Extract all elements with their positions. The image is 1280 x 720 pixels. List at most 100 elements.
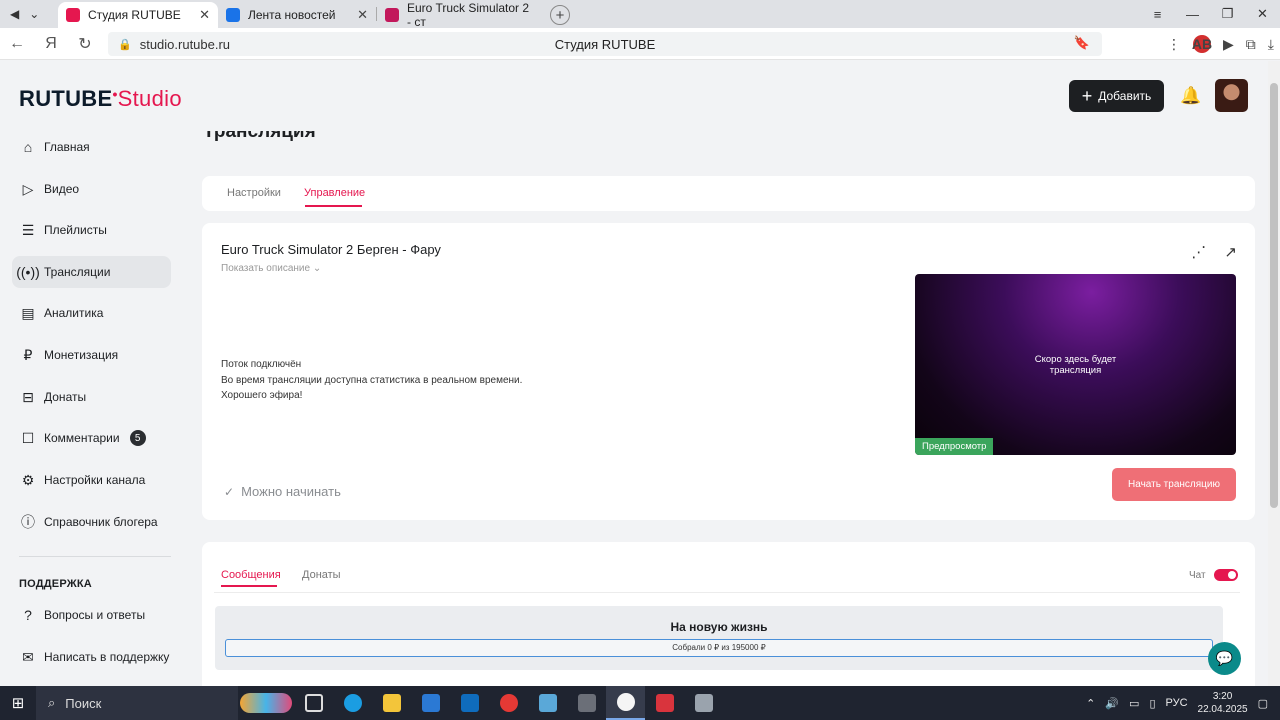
minimize-icon[interactable]: — — [1175, 0, 1210, 28]
tab-donates[interactable]: Донаты — [302, 569, 341, 581]
reload-button[interactable]: ↻ — [68, 28, 102, 60]
avatar[interactable] — [1215, 79, 1248, 112]
system-tray: ⌃ 🔊 ▭ ▯ РУС 3:20 22.04.2025 ▢ — [1086, 686, 1280, 720]
info-icon: ⓘ — [21, 514, 35, 530]
game-shield-icon[interactable] — [567, 686, 606, 720]
chevron-down-icon[interactable]: ⌄ — [29, 7, 39, 21]
broadcast-tabs: Настройки Управление — [202, 176, 1255, 211]
stream-preview[interactable]: Скоро здесь будет трансляция Предпросмот… — [915, 274, 1236, 455]
browser-tab-ets[interactable]: Euro Truck Simulator 2 - ст — [377, 1, 542, 29]
sidebar-item-support[interactable]: ✉ Написать в поддержку — [12, 641, 171, 673]
stream-status: Поток подключён Во время трансляции дост… — [221, 357, 522, 404]
menu-icon[interactable]: ≡ — [1140, 0, 1175, 28]
lock-icon: 🔒 — [118, 38, 132, 51]
comments-badge: 5 — [129, 430, 146, 446]
adblock-icon[interactable]: AB — [1192, 35, 1212, 53]
sidebar-item-blogger-guide[interactable]: ⓘ Справочник блогера — [12, 506, 171, 538]
logo-sub: Studio — [117, 86, 182, 111]
goal-progress-bar: Собрали 0 ₽ из 195000 ₽ — [225, 639, 1213, 657]
yandex-button[interactable]: Я — [34, 28, 68, 60]
external-link-icon[interactable]: ↗ — [1224, 243, 1237, 261]
clock-time: 3:20 — [1212, 691, 1233, 702]
widget-icon[interactable] — [238, 686, 294, 720]
download-icon[interactable]: ⤓ — [1268, 36, 1274, 53]
extensions-icon[interactable]: ⧉ — [1246, 36, 1256, 53]
restore-icon[interactable]: ❐ — [1210, 0, 1245, 28]
media-icon[interactable]: ▶ — [1223, 36, 1234, 53]
tab-management[interactable]: Управление — [304, 187, 365, 199]
yandex-browser-icon[interactable] — [606, 686, 645, 720]
taskbar: ⊞ ⌕ Поиск ⌃ 🔊 ▭ ▯ РУС 3:20 22.04.2025 ▢ — [0, 686, 1280, 720]
broadcast-icon: ((•)) — [16, 264, 40, 280]
scrollbar-thumb[interactable] — [1270, 83, 1278, 508]
battery-icon[interactable]: ▯ — [1149, 697, 1155, 710]
sidebar-item-playlists[interactable]: ☰ Плейлисты — [12, 214, 171, 246]
close-window-icon[interactable]: ✕ — [1245, 0, 1280, 28]
bell-icon[interactable]: 🔔 — [1180, 86, 1201, 106]
tab-messages[interactable]: Сообщения — [221, 569, 281, 581]
network-icon[interactable]: ▭ — [1129, 697, 1139, 710]
language-indicator[interactable]: РУС — [1166, 697, 1188, 709]
tab-settings[interactable]: Настройки — [227, 187, 281, 199]
taskbar-search[interactable]: ⌕ Поиск — [36, 686, 238, 720]
sidebar-item-analytics[interactable]: ▤ Аналитика — [12, 297, 171, 329]
home-icon: ⌂ — [23, 139, 33, 155]
back-button[interactable]: ← — [0, 28, 34, 60]
extensions: ⋮ AB ▶ ⧉ ⤓ — [1167, 28, 1274, 60]
more-icon[interactable]: ⋮ — [1167, 36, 1181, 53]
ets2-icon[interactable] — [684, 686, 723, 720]
sidebar-item-home[interactable]: ⌂ Главная — [12, 131, 171, 163]
browser-tab-studio[interactable]: Студия RUTUBE ✕ — [58, 2, 218, 28]
support-chat-button[interactable]: 💬 — [1208, 642, 1241, 675]
bookmark-icon[interactable]: 🔖 — [1074, 35, 1090, 51]
app-header: RUTUBE•Studio + Добавить 🔔 — [0, 61, 1268, 131]
notification-icon[interactable]: ▢ — [1258, 697, 1268, 710]
add-button[interactable]: + Добавить — [1069, 80, 1164, 112]
task-view-icon[interactable] — [294, 686, 333, 720]
page-title-center: Студия RUTUBE — [554, 36, 656, 52]
scrollbar[interactable] — [1268, 61, 1280, 686]
show-description-toggle[interactable]: Показать описание ⌄ — [221, 263, 321, 274]
sidebar-item-label: Трансляции — [44, 265, 111, 279]
mute-icon[interactable]: ◀ — [10, 7, 19, 21]
chevron-up-icon[interactable]: ⌃ — [1086, 697, 1095, 710]
outlook-icon[interactable] — [450, 686, 489, 720]
sidebar-item-label: Видео — [44, 182, 80, 196]
browser-tab-news[interactable]: Лента новостей ✕ — [218, 2, 376, 28]
yandex-icon[interactable] — [489, 686, 528, 720]
preview-text-line: Скоро здесь будет — [1034, 354, 1117, 365]
windows-start-icon[interactable]: ⊞ — [0, 686, 36, 720]
close-icon[interactable]: ✕ — [357, 7, 368, 23]
ready-status: ✓ Можно начинать — [224, 484, 341, 499]
rutube-studio-logo[interactable]: RUTUBE•Studio — [19, 86, 182, 112]
explorer-icon[interactable] — [372, 686, 411, 720]
share-icon[interactable]: ⋰ — [1191, 243, 1206, 261]
volume-icon[interactable]: 🔊 — [1105, 697, 1119, 710]
goal-title: На новую жизнь — [670, 620, 768, 634]
address-bar: ← Я ↻ 🔒 studio.rutube.ru Студия RUTUBE 🔖… — [0, 28, 1280, 60]
chat-toggle[interactable] — [1214, 569, 1238, 581]
new-tab-button[interactable]: + — [550, 5, 570, 25]
preview-placeholder: Скоро здесь будет трансляция — [915, 354, 1236, 376]
edge-icon[interactable] — [333, 686, 372, 720]
url-field[interactable]: 🔒 studio.rutube.ru Студия RUTUBE 🔖 — [108, 32, 1102, 56]
close-icon[interactable]: ✕ — [199, 7, 210, 23]
sidebar-item-donates[interactable]: ⊟ Донаты — [12, 381, 171, 413]
sidebar-item-monetization[interactable]: ₽ Монетизация — [12, 339, 171, 371]
gear-icon: ⚙ — [21, 471, 35, 488]
preview-badge: Предпросмотр — [915, 438, 994, 455]
sidebar-item-comments[interactable]: ☐ Комментарии 5 — [12, 422, 171, 454]
sidebar-item-faq[interactable]: ? Вопросы и ответы — [12, 599, 171, 631]
tab-title: Euro Truck Simulator 2 - ст — [407, 1, 530, 29]
clock[interactable]: 3:20 22.04.2025 — [1198, 690, 1248, 716]
app-icon[interactable] — [528, 686, 567, 720]
start-broadcast-button[interactable]: Начать трансляцию — [1112, 468, 1236, 501]
sidebar-item-channel-settings[interactable]: ⚙ Настройки канала — [12, 464, 171, 496]
sidebar-item-video[interactable]: ▷ Видео — [12, 173, 171, 205]
sidebar-item-broadcasts[interactable]: ((•)) Трансляции — [12, 256, 171, 288]
status-line: Во время трансляции доступна статистика … — [221, 374, 523, 386]
store-icon[interactable] — [411, 686, 450, 720]
media-app-icon[interactable] — [645, 686, 684, 720]
taskbar-search-label: Поиск — [65, 695, 102, 711]
url-text: studio.rutube.ru — [139, 36, 231, 52]
